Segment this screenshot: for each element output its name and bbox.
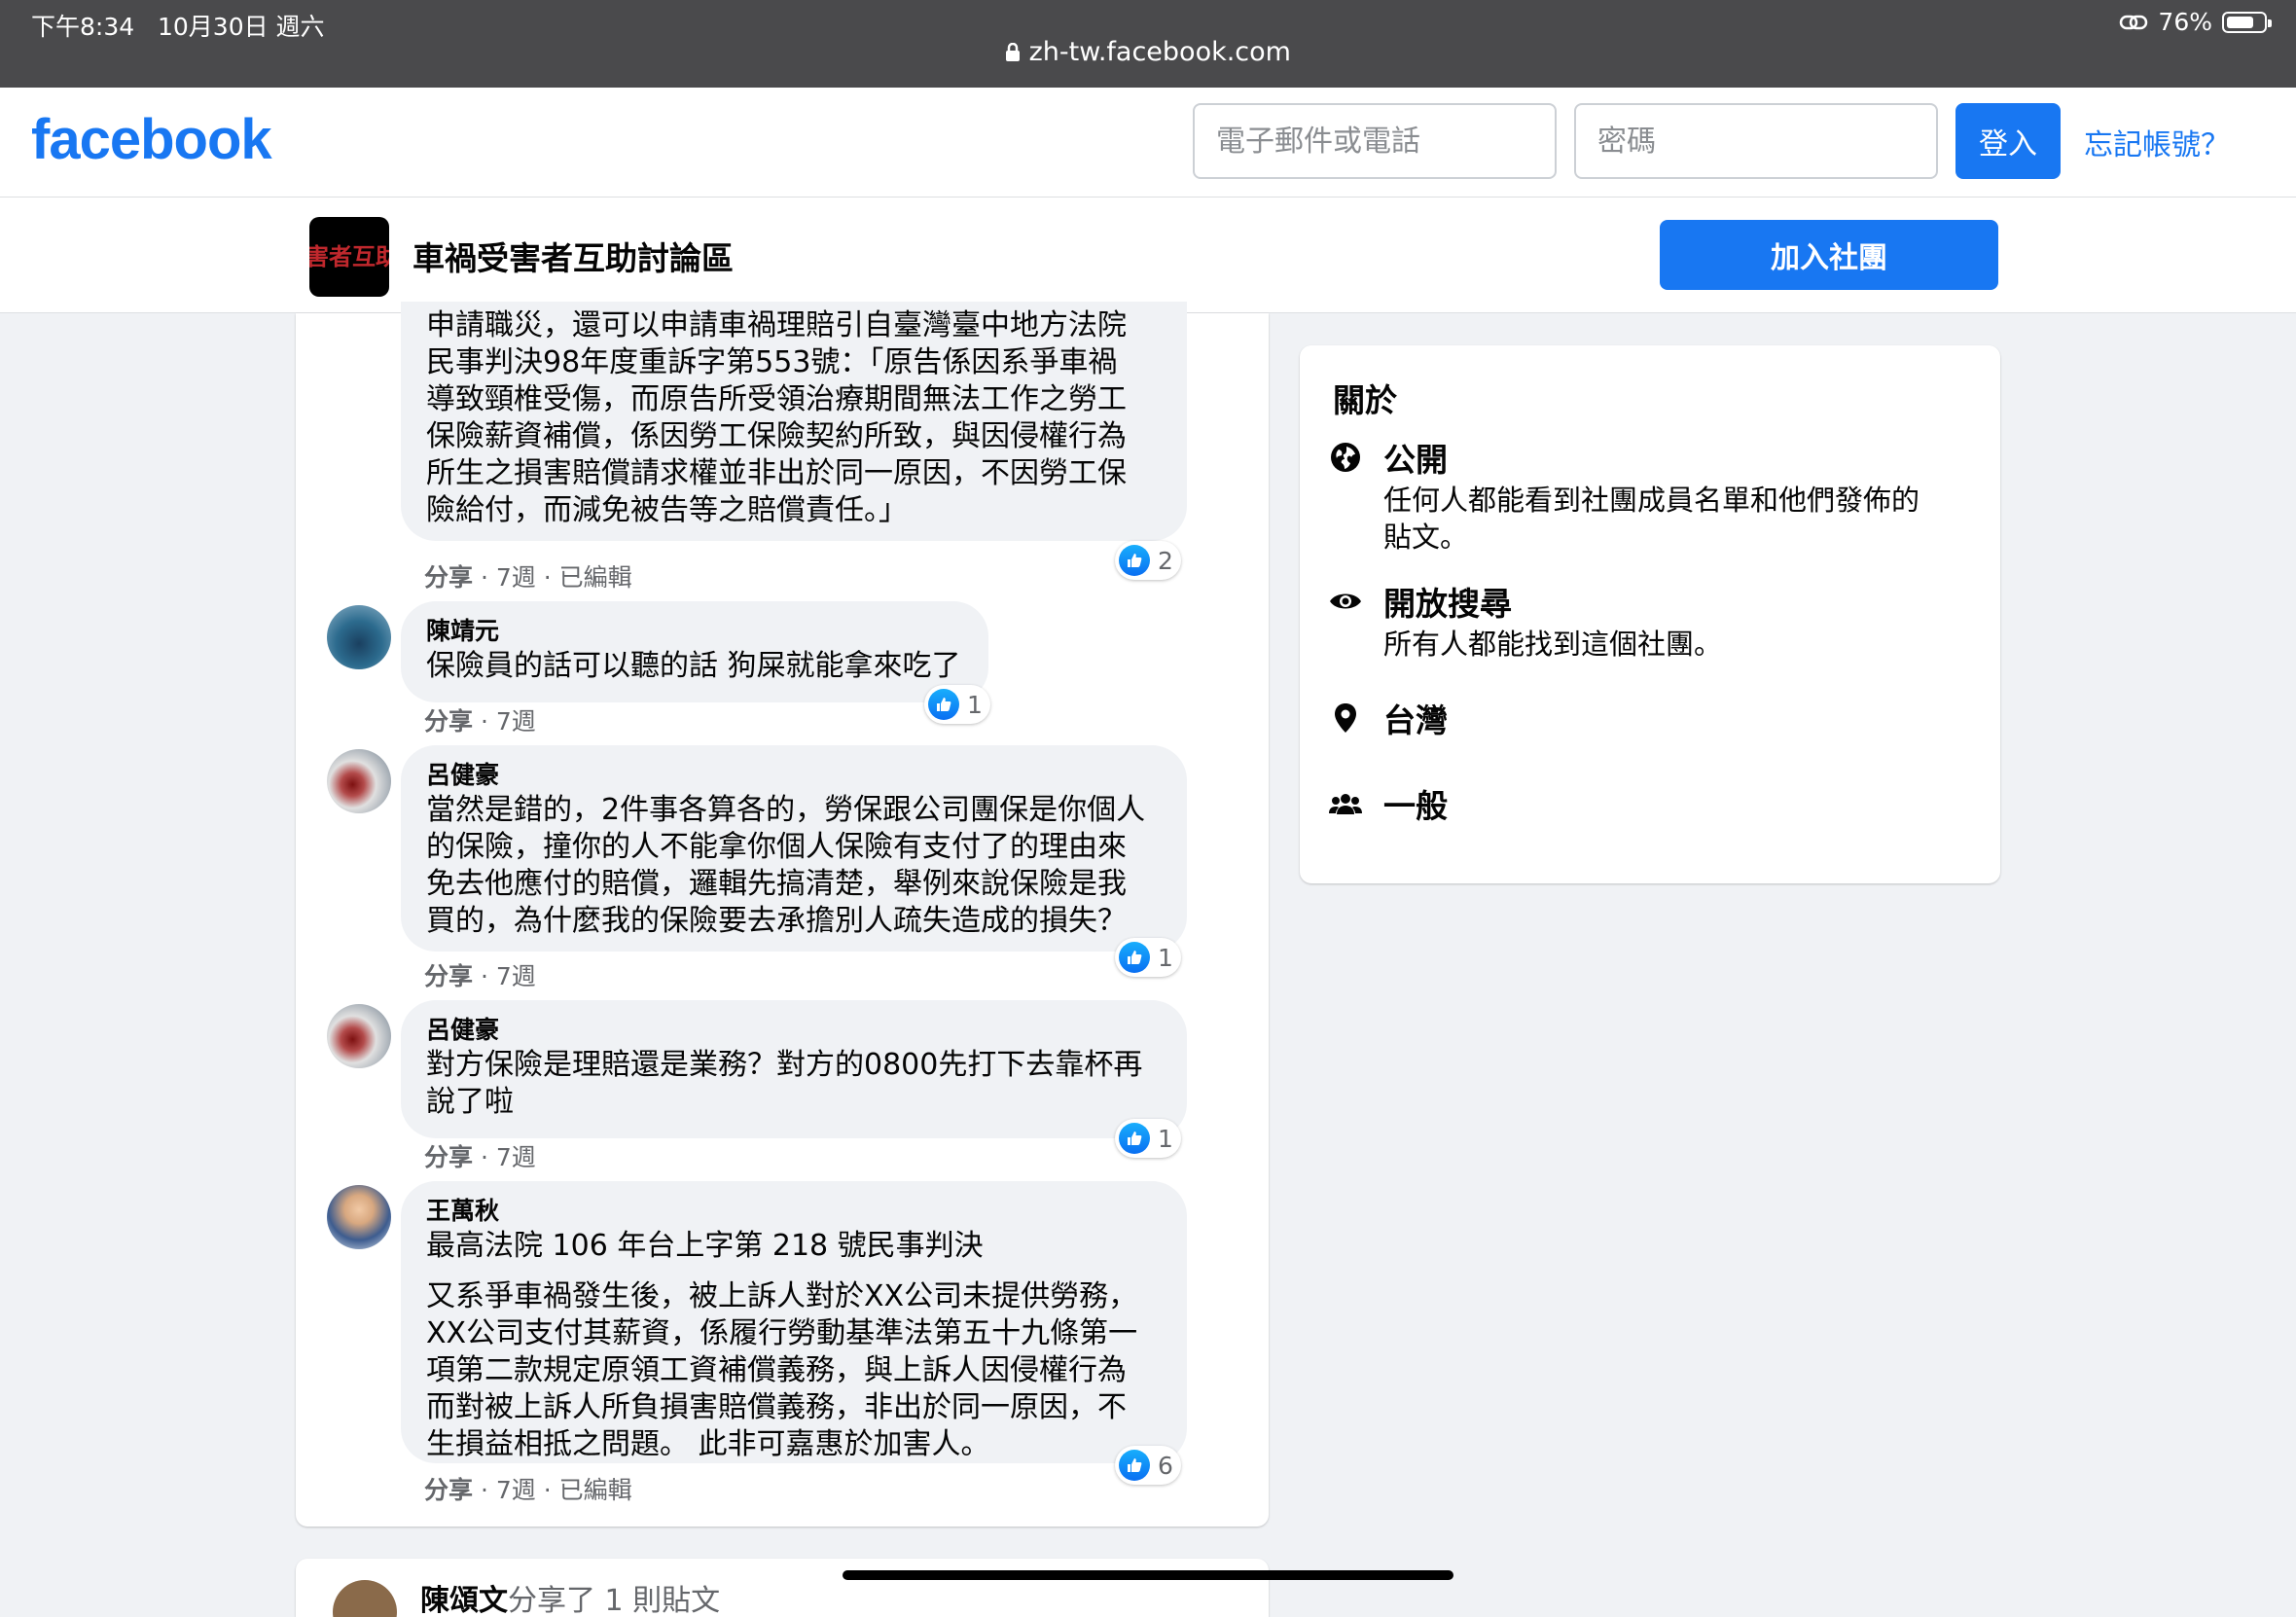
comment-meta: 分享 · 7週 (424, 962, 536, 990)
like-icon (1119, 942, 1150, 973)
group-avatar[interactable]: 害者互助 (309, 217, 389, 297)
battery-fill (2227, 16, 2254, 28)
avatar[interactable] (327, 749, 391, 813)
share-link[interactable]: 分享 (424, 1143, 473, 1171)
comment-author[interactable]: 王萬秋 (426, 1195, 1162, 1228)
about-item-title: 台灣 (1383, 701, 1448, 739)
comment-author[interactable]: 呂健豪 (426, 1014, 1162, 1047)
about-item-desc: 所有人都能找到這個社團。 (1383, 628, 1723, 661)
share-link[interactable]: 分享 (424, 962, 473, 990)
edited-label: 已編輯 (558, 563, 632, 592)
about-privacy: 公開 任何人都能看到社團成員名單和他們發佈的 貼文。 (1329, 439, 1971, 556)
comment-text: 最高法院 106 年台上字第 218 號民事判決 (426, 1229, 984, 1263)
about-item-title: 一般 (1383, 787, 1448, 825)
reaction-number: 2 (1158, 546, 1173, 575)
avatar[interactable] (327, 605, 391, 669)
login-button[interactable]: 登入 (1955, 103, 2061, 179)
like-icon (1119, 545, 1150, 576)
email-input[interactable] (1193, 103, 1557, 179)
reaction-count[interactable]: 1 (1115, 1119, 1181, 1158)
reaction-count[interactable]: 2 (1115, 541, 1181, 580)
eye-icon (1329, 585, 1362, 618)
about-card: 關於 公開 任何人都能看到社團成員名單和他們發佈的 貼文。 開放搜尋 所有人都能… (1300, 345, 2000, 883)
home-indicator (843, 1570, 1453, 1580)
facebook-logo[interactable]: facebook (31, 107, 272, 172)
location-pin-icon (1329, 701, 1362, 735)
comment-meta: 分享 · 7週 · 已編輯 (424, 1476, 632, 1504)
battery-percent: 76% (2158, 8, 2212, 36)
reaction-number: 1 (1158, 943, 1173, 972)
avatar[interactable] (327, 1004, 391, 1068)
like-icon (1119, 1450, 1150, 1481)
join-group-button[interactable]: 加入社團 (1660, 220, 1998, 290)
reaction-number: 1 (1158, 1124, 1173, 1153)
status-right: 76% (2119, 8, 2272, 36)
group-avatar-text: 害者互助 (309, 243, 389, 270)
comment-text-paragraph: 又系爭車禍發生後，被上訴人對於XX公司未提供勞務， XX公司支付其薪資，係履行勞… (426, 1279, 1138, 1461)
comment-text: 對方保險是理賠還是業務？對方的0800先打下去靠杯再 說了啦 (426, 1048, 1143, 1119)
next-post-header: 陳頌文分享了 1 則貼文 (420, 1576, 720, 1617)
password-input[interactable] (1574, 103, 1938, 179)
facebook-header: facebook 登入 忘記帳號？ (0, 88, 2296, 198)
comment-bubble: 申請職災，還可以申請車禍理賠引自臺灣臺中地方法院 民事判決98年度重訴字第553… (401, 302, 1187, 541)
about-category: 一般 (1329, 785, 1971, 828)
comment-time[interactable]: 7週 (496, 962, 536, 990)
comment-bubble: 王萬秋 最高法院 106 年台上字第 218 號民事判決 又系爭車禍發生後，被上… (401, 1181, 1187, 1463)
comment-text: 當然是錯的，2件事各算各的，勞保跟公司團保是你個人 的保險，撞你的人不能拿你個人… (426, 793, 1146, 938)
comment-time[interactable]: 7週 (496, 1143, 536, 1171)
comment-text: 申請職災，還可以申請車禍理賠引自臺灣臺中地方法院 民事判決98年度重訴字第553… (426, 308, 1127, 527)
url-bar[interactable]: zh-tw.facebook.com (0, 37, 2296, 67)
comment-author[interactable]: 呂健豪 (426, 759, 1162, 792)
reaction-count[interactable]: 1 (1115, 938, 1181, 977)
comment-bubble: 陳靖元 保險員的話可以聽的話 狗屎就能拿來吃了 (401, 601, 988, 702)
people-icon (1329, 787, 1362, 820)
comment-meta: 分享 · 7週 (424, 1143, 536, 1171)
group-name[interactable]: 車禍受害者互助討論區 (413, 233, 734, 279)
about-item-title: 開放搜尋 (1383, 585, 1512, 623)
battery-icon (2222, 11, 2272, 33)
edited-label: 已編輯 (558, 1476, 632, 1504)
about-location: 台灣 (1329, 700, 1971, 742)
group-header: 害者互助 車禍受害者互助討論區 加入社團 (0, 198, 2296, 313)
avatar[interactable] (333, 1580, 397, 1617)
url-text: zh-tw.facebook.com (1028, 37, 1291, 67)
comment-time[interactable]: 7週 (496, 1476, 536, 1504)
comment-bubble: 呂健豪 當然是錯的，2件事各算各的，勞保跟公司團保是你個人 的保險，撞你的人不能… (401, 745, 1187, 952)
avatar[interactable] (327, 1185, 391, 1249)
about-visibility: 開放搜尋 所有人都能找到這個社團。 (1329, 583, 1971, 663)
share-link[interactable]: 分享 (424, 1476, 473, 1504)
share-link[interactable]: 分享 (424, 563, 473, 592)
about-title: 關於 (1333, 381, 1397, 419)
globe-icon (1329, 441, 1362, 474)
comment-meta: 分享 · 7週 · 已編輯 (424, 563, 632, 592)
like-icon (928, 689, 959, 720)
post-comments-card: 申請職災，還可以申請車禍理賠引自臺灣臺中地方法院 民事判決98年度重訴字第553… (296, 302, 1269, 1527)
comment-time[interactable]: 7週 (496, 563, 536, 592)
reaction-number: 1 (967, 690, 983, 719)
next-post-card: 陳頌文分享了 1 則貼文 (296, 1559, 1269, 1617)
reaction-count[interactable]: 6 (1115, 1446, 1181, 1485)
comment-time[interactable]: 7週 (496, 707, 536, 736)
comment-bubble: 呂健豪 對方保險是理賠還是業務？對方的0800先打下去靠杯再 說了啦 (401, 1000, 1187, 1138)
reaction-count[interactable]: 1 (924, 685, 990, 724)
comment-author[interactable]: 陳靖元 (426, 615, 963, 648)
next-post-action: 分享了 1 則貼文 (508, 1584, 721, 1617)
next-post-author[interactable]: 陳頌文 (420, 1584, 508, 1617)
like-icon (1119, 1123, 1150, 1154)
lock-icon (1006, 42, 1021, 61)
share-link[interactable]: 分享 (424, 707, 473, 736)
comment-text: 保險員的話可以聽的話 狗屎就能拿來吃了 (426, 649, 961, 683)
ios-status-bar: 下午8:34 10月30日 週六 76% zh-tw.facebook.com (0, 0, 2296, 88)
about-item-title: 公開 (1383, 441, 1448, 479)
link-icon (2120, 15, 2148, 29)
about-item-desc: 任何人都能看到社團成員名單和他們發佈的 貼文。 (1383, 484, 1920, 554)
forgot-account-link[interactable]: 忘記帳號？ (2084, 121, 2230, 163)
comment-meta: 分享 · 7週 (424, 707, 536, 736)
reaction-number: 6 (1158, 1451, 1173, 1480)
